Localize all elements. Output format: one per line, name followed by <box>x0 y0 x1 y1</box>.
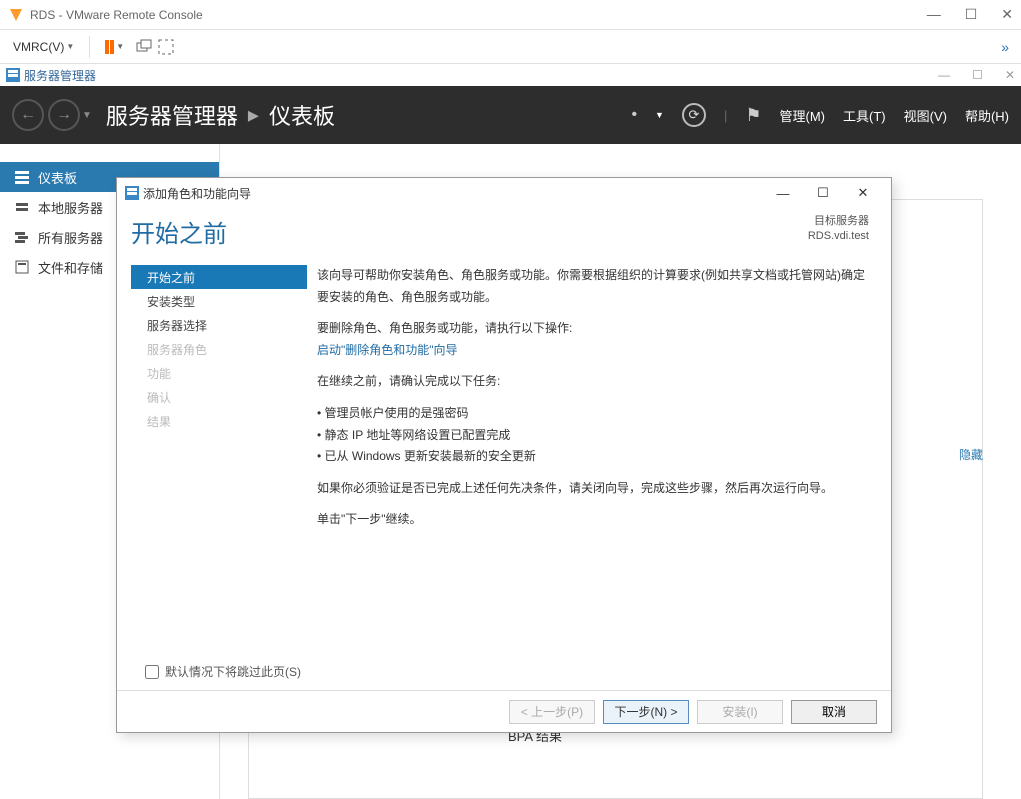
step-server-roles: 服务器角色 <box>131 337 307 361</box>
notifications-flag-icon[interactable]: ⚑ <box>745 105 761 126</box>
bullet-icon: • <box>631 106 637 124</box>
menu-tools[interactable]: 工具(T) <box>843 106 886 125</box>
server-manager-header: ← → ▼ 服务器管理器 ▸ 仪表板 • ▼ ⟳ | ⚑ 管理(M) 工具(T)… <box>0 86 1021 144</box>
wizard-p1: 该向导可帮助你安装角色、角色服务或功能。你需要根据组织的计算要求(例如共享文档或… <box>317 265 873 308</box>
wizard-head: 开始之前 目标服务器 RDS.vdi.test <box>117 208 891 249</box>
wizard-p2a: 要删除角色、角色服务或功能，请执行以下操作: <box>317 321 572 335</box>
sm-maximize-button[interactable]: ☐ <box>972 68 983 82</box>
storage-icon <box>14 259 30 275</box>
checklist-item: 静态 IP 地址等网络设置已配置完成 <box>317 425 873 447</box>
dashboard-icon <box>14 169 30 185</box>
vmware-toolbar: VMRC(V) ▼ ▼ » <box>0 30 1021 64</box>
wizard-p5: 单击"下一步"继续。 <box>317 509 873 531</box>
server-manager-icon <box>6 68 20 82</box>
pause-icon <box>105 40 114 54</box>
next-button[interactable]: 下一步(N) > <box>603 700 689 724</box>
menu-manage[interactable]: 管理(M) <box>780 106 826 125</box>
menu-view[interactable]: 视图(V) <box>904 106 947 125</box>
skip-page-label[interactable]: 默认情况下将跳过此页(S) <box>145 663 891 680</box>
wizard-content: 该向导可帮助你安装角色、角色服务或功能。你需要根据组织的计算要求(例如共享文档或… <box>307 265 891 659</box>
wizard-heading: 开始之前 <box>131 214 227 249</box>
caret-down-icon: ▼ <box>66 42 74 51</box>
vmware-titlebar: RDS - VMware Remote Console — ☐ ✕ <box>0 0 1021 30</box>
cancel-button[interactable]: 取消 <box>791 700 877 724</box>
wizard-p2: 要删除角色、角色服务或功能，请执行以下操作: 启动"删除角色和功能"向导 <box>317 318 873 361</box>
servers-icon <box>14 229 30 245</box>
wizard-steps: 开始之前 安装类型 服务器选择 服务器角色 功能 确认 结果 <box>117 265 307 659</box>
sidebar-item-label: 文件和存储 <box>38 258 103 277</box>
prev-button: < 上一步(P) <box>509 700 595 724</box>
install-button: 安装(I) <box>697 700 783 724</box>
sidebar-item-label: 所有服务器 <box>38 228 103 247</box>
vmrc-menu[interactable]: VMRC(V) ▼ <box>6 37 81 57</box>
step-confirm: 确认 <box>131 385 307 409</box>
checklist-item: 已从 Windows 更新安装最新的安全更新 <box>317 446 873 468</box>
sm-minimize-button[interactable]: — <box>938 68 950 82</box>
vmware-window-buttons: — ☐ ✕ <box>927 6 1013 23</box>
fullscreen-icon[interactable] <box>157 38 175 56</box>
wizard-p3: 在继续之前，请确认完成以下任务: <box>317 371 873 393</box>
send-cad-icon[interactable] <box>135 38 153 56</box>
wizard-close-button[interactable]: ✕ <box>843 185 883 201</box>
skip-page-checkbox[interactable] <box>145 665 159 679</box>
wizard-p4: 如果你必须验证是否已完成上述任何先决条件，请关闭向导，完成这些步骤，然后再次运行… <box>317 478 873 500</box>
step-installation-type[interactable]: 安装类型 <box>131 289 307 313</box>
header-right: • ▼ ⟳ | ⚑ 管理(M) 工具(T) 视图(V) 帮助(H) <box>631 103 1009 127</box>
vmware-title: RDS - VMware Remote Console <box>30 8 927 22</box>
wizard-target: 目标服务器 RDS.vdi.test <box>808 214 869 245</box>
sidebar-item-label: 仪表板 <box>38 168 77 187</box>
nav-fwd-wrap: → ▼ <box>48 99 92 131</box>
vmware-maximize-button[interactable]: ☐ <box>965 6 978 23</box>
wizard-title: 添加角色和功能向导 <box>143 185 763 202</box>
hide-button[interactable]: 隐藏 <box>959 446 983 463</box>
vmrc-menu-label: VMRC(V) <box>13 40 64 54</box>
breadcrumb-leaf[interactable]: 仪表板 <box>269 99 335 131</box>
sidebar-item-label: 本地服务器 <box>38 198 103 217</box>
wizard-skip: 默认情况下将跳过此页(S) <box>117 659 891 690</box>
skip-page-text: 默认情况下将跳过此页(S) <box>165 663 301 680</box>
vmrc-logo-icon <box>8 7 24 23</box>
wizard-target-label: 目标服务器 <box>808 214 869 229</box>
pause-button[interactable]: ▼ <box>98 37 131 57</box>
wizard-titlebar[interactable]: 添加角色和功能向导 — ☐ ✕ <box>117 178 891 208</box>
step-before-you-begin[interactable]: 开始之前 <box>131 265 307 289</box>
collapse-toolbar-icon[interactable]: » <box>1001 39 1015 55</box>
nav-forward-button[interactable]: → <box>48 99 80 131</box>
checklist-item: 管理员帐户使用的是强密码 <box>317 403 873 425</box>
caret-down-icon: ▼ <box>116 42 124 51</box>
wizard-icon <box>125 186 139 200</box>
menu-help[interactable]: 帮助(H) <box>965 106 1009 125</box>
server-manager-title: 服务器管理器 <box>24 67 938 84</box>
wizard-minimize-button[interactable]: — <box>763 186 803 201</box>
pipe-separator: | <box>724 108 727 123</box>
server-manager-window-buttons: — ☐ ✕ <box>938 68 1015 82</box>
sm-close-button[interactable]: ✕ <box>1005 68 1015 82</box>
refresh-button[interactable]: ⟳ <box>682 103 706 127</box>
chevron-right-icon: ▸ <box>248 102 259 128</box>
wizard-maximize-button[interactable]: ☐ <box>803 185 843 201</box>
vmware-close-button[interactable]: ✕ <box>1001 6 1013 23</box>
caret-down-icon[interactable]: ▼ <box>82 110 92 121</box>
step-server-selection[interactable]: 服务器选择 <box>131 313 307 337</box>
wizard-body: 开始之前 目标服务器 RDS.vdi.test 开始之前 安装类型 服务器选择 … <box>117 208 891 732</box>
vmware-minimize-button[interactable]: — <box>927 6 941 23</box>
breadcrumb-root[interactable]: 服务器管理器 <box>106 99 238 131</box>
server-manager-titlebar: 服务器管理器 — ☐ ✕ <box>0 64 1021 86</box>
caret-down-icon[interactable]: ▼ <box>655 110 664 120</box>
step-results: 结果 <box>131 409 307 433</box>
nav-back-button[interactable]: ← <box>12 99 44 131</box>
add-roles-wizard: 添加角色和功能向导 — ☐ ✕ 开始之前 目标服务器 RDS.vdi.test … <box>116 177 892 733</box>
toolbar-separator <box>89 36 90 58</box>
step-features: 功能 <box>131 361 307 385</box>
wizard-target-value: RDS.vdi.test <box>808 229 869 244</box>
wizard-checklist: 管理员帐户使用的是强密码 静态 IP 地址等网络设置已配置完成 已从 Windo… <box>317 403 873 468</box>
server-icon <box>14 199 30 215</box>
wizard-buttons: < 上一步(P) 下一步(N) > 安装(I) 取消 <box>117 690 891 732</box>
wizard-main: 开始之前 安装类型 服务器选择 服务器角色 功能 确认 结果 该向导可帮助你安装… <box>117 265 891 659</box>
breadcrumb: 服务器管理器 ▸ 仪表板 <box>106 99 335 131</box>
launch-remove-roles-link[interactable]: 启动"删除角色和功能"向导 <box>317 343 458 357</box>
